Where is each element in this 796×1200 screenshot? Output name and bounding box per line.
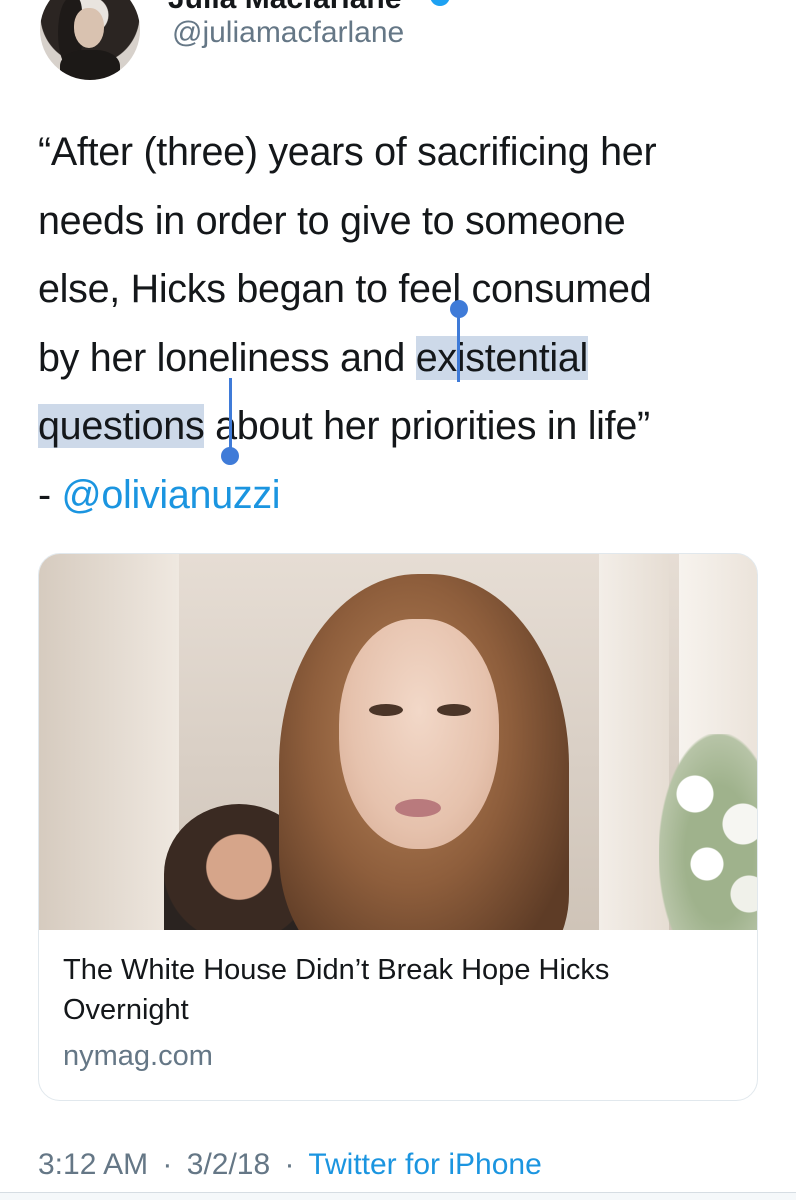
link-card-title[interactable]: The White House Didn’t Break Hope Hicks … xyxy=(63,950,733,1030)
tweet-text[interactable]: “After (three) years of sacrificing her … xyxy=(38,118,778,529)
subject-eye xyxy=(437,704,471,716)
selection-start-caret xyxy=(457,310,460,382)
link-preview-card[interactable]: The White House Didn’t Break Hope Hicks … xyxy=(38,553,758,1101)
selected-text: existential xyxy=(415,335,589,380)
tweet-text-line: - @olivianuzzi xyxy=(38,461,778,530)
background-wall xyxy=(39,554,179,930)
selection-end-caret xyxy=(229,378,232,452)
avatar-face xyxy=(74,8,104,48)
tweet-text-segment: - xyxy=(38,472,62,517)
tweet-text-segment: by her loneliness and xyxy=(38,335,416,380)
tweet-text-line: by her loneliness and existential xyxy=(38,324,778,393)
subject-eye xyxy=(369,704,403,716)
link-preview-image[interactable] xyxy=(39,554,757,930)
tweet-time: 3:12 AM xyxy=(38,1148,149,1181)
timestamp-separator: · xyxy=(284,1148,295,1181)
tweet-timestamp: 3:12 AM · 3/2/18 · Twitter for iPhone xyxy=(38,1148,542,1182)
mention-link[interactable]: @olivianuzzi xyxy=(62,473,281,517)
tweet-text-line: questions about her priorities in life” xyxy=(38,392,778,461)
divider xyxy=(0,1192,796,1200)
author-avatar[interactable] xyxy=(40,0,140,80)
tweet-header: Julia Macfarlane @juliamacfarlane xyxy=(0,0,796,90)
tweet-text-segment: about her priorities in life” xyxy=(204,404,650,448)
tweet-source-link[interactable]: Twitter for iPhone xyxy=(308,1148,541,1181)
link-card-domain: nymag.com xyxy=(63,1040,213,1072)
tweet-date: 3/2/18 xyxy=(186,1148,271,1181)
selection-end-handle-icon[interactable] xyxy=(221,447,239,465)
author-handle[interactable]: @juliamacfarlane xyxy=(172,16,404,50)
avatar-body xyxy=(60,50,120,80)
subject-lips xyxy=(395,799,441,817)
verified-badge-icon xyxy=(430,0,450,6)
tweet-detail-page: Julia Macfarlane @juliamacfarlane “After… xyxy=(0,0,796,1200)
author-display-name[interactable]: Julia Macfarlane xyxy=(168,0,401,16)
timestamp-separator: · xyxy=(162,1148,173,1181)
selected-text: questions xyxy=(38,404,205,448)
flower-arrangement xyxy=(659,734,757,930)
tweet-text-line: “After (three) years of sacrificing her xyxy=(38,130,657,174)
tweet-text-line: needs in order to give to someone xyxy=(38,198,626,243)
tweet-text-line: else, Hicks began to feel consumed xyxy=(38,267,652,311)
